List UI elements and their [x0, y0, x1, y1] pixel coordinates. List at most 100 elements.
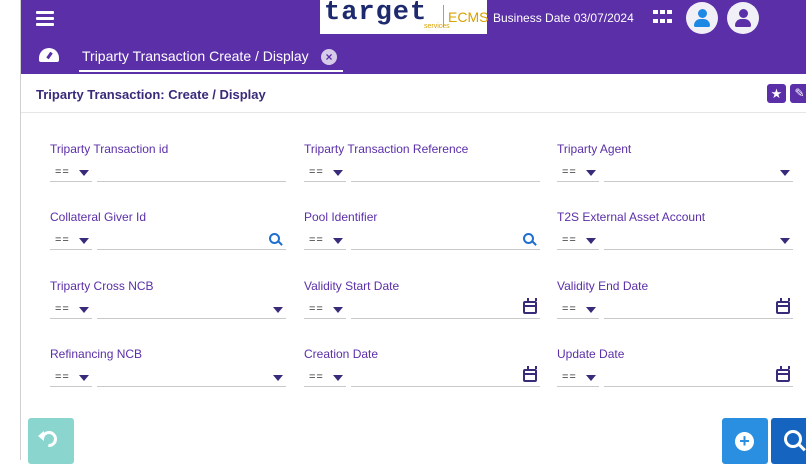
operator-value: ==	[309, 166, 324, 178]
operator-select[interactable]: ==	[304, 165, 346, 182]
app-window: target services ECMS Business Date 03/07…	[0, 0, 806, 464]
operator-select[interactable]: ==	[557, 302, 599, 319]
operator-value: ==	[562, 371, 577, 383]
field-label: Triparty Transaction Reference	[304, 142, 469, 156]
calendar-icon[interactable]	[776, 366, 790, 382]
operator-select[interactable]: ==	[50, 370, 92, 387]
grid-icon[interactable]	[653, 10, 673, 26]
calendar-icon[interactable]	[523, 298, 537, 314]
logo-separator	[443, 5, 444, 27]
logo-text: target	[324, 0, 428, 28]
search-button[interactable]	[771, 418, 806, 464]
field-update-date: Update Date ==	[557, 347, 793, 397]
account-icon	[739, 9, 748, 18]
search-icon-handle	[798, 443, 806, 452]
chevron-down-icon	[79, 375, 89, 381]
value-input[interactable]	[351, 233, 540, 250]
favorite-star-icon[interactable]: ★	[767, 84, 786, 103]
operator-select[interactable]: ==	[50, 233, 92, 250]
dashboard-icon[interactable]	[39, 48, 59, 62]
value-input[interactable]	[351, 298, 540, 319]
lookup-search-icon[interactable]	[522, 232, 538, 248]
chevron-down-icon[interactable]	[273, 307, 283, 313]
value-input[interactable]	[351, 366, 540, 387]
edit-icon[interactable]: ✎	[790, 84, 806, 103]
operator-value: ==	[55, 234, 70, 246]
account-button[interactable]	[727, 2, 759, 34]
user-icon-body	[694, 19, 710, 27]
value-input[interactable]	[97, 233, 286, 250]
field-validity-start-date: Validity Start Date ==	[304, 279, 540, 329]
tab-label[interactable]: Triparty Transaction Create / Display	[82, 48, 309, 64]
operator-select[interactable]: ==	[304, 233, 346, 250]
value-input[interactable]	[97, 165, 286, 182]
target-logo: target services ECMS	[320, 0, 489, 34]
field-label: Creation Date	[304, 347, 379, 361]
field-creation-date: Creation Date ==	[304, 347, 540, 397]
field-triparty-transaction-reference: Triparty Transaction Reference ==	[304, 142, 540, 192]
field-label: Validity End Date	[557, 279, 649, 293]
operator-value: ==	[55, 303, 70, 315]
operator-value: ==	[309, 303, 324, 315]
operator-select[interactable]: ==	[50, 165, 92, 182]
calendar-icon[interactable]	[523, 366, 537, 382]
chevron-down-icon[interactable]	[780, 238, 790, 244]
chevron-down-icon	[333, 238, 343, 244]
page-header: Triparty Transaction: Create / Display ★…	[21, 74, 806, 113]
chevron-down-icon[interactable]	[273, 375, 283, 381]
operator-select[interactable]: ==	[557, 233, 599, 250]
operator-select[interactable]: ==	[557, 370, 599, 387]
chevron-down-icon	[586, 307, 596, 313]
operator-select[interactable]: ==	[557, 165, 599, 182]
value-input[interactable]	[604, 298, 793, 319]
field-validity-end-date: Validity End Date ==	[557, 279, 793, 329]
field-t2s-external-asset-account: T2S External Asset Account ==	[557, 210, 793, 260]
main-content: Triparty Transaction: Create / Display ★…	[21, 74, 806, 464]
business-date: Business Date 03/07/2024	[493, 11, 634, 25]
value-input[interactable]	[97, 302, 286, 319]
chevron-down-icon	[586, 375, 596, 381]
operator-select[interactable]: ==	[304, 302, 346, 319]
operator-value: ==	[309, 234, 324, 246]
reset-button[interactable]	[28, 418, 74, 464]
chevron-down-icon	[79, 238, 89, 244]
operator-value: ==	[55, 371, 70, 383]
tab-underline	[79, 70, 343, 72]
account-icon-body	[735, 19, 751, 27]
field-label: Validity Start Date	[304, 279, 400, 293]
add-button[interactable]: +	[722, 418, 768, 464]
chevron-down-icon	[333, 375, 343, 381]
field-label: Triparty Transaction id	[50, 142, 169, 156]
field-label: Triparty Agent	[557, 142, 632, 156]
calendar-icon[interactable]	[776, 298, 790, 314]
operator-value: ==	[55, 166, 70, 178]
field-refinancing-ncb: Refinancing NCB ==	[50, 347, 286, 397]
field-label: Pool Identifier	[304, 210, 378, 224]
field-collateral-giver-id: Collateral Giver Id ==	[50, 210, 286, 260]
operator-value: ==	[562, 234, 577, 246]
field-label: Update Date	[557, 347, 625, 361]
hamburger-icon[interactable]	[36, 11, 54, 27]
operator-select[interactable]: ==	[50, 302, 92, 319]
chevron-down-icon	[79, 170, 89, 176]
field-label: Triparty Cross NCB	[50, 279, 154, 293]
page-title: Triparty Transaction: Create / Display	[36, 87, 266, 102]
chevron-down-icon[interactable]	[780, 170, 790, 176]
value-input[interactable]	[604, 366, 793, 387]
value-input[interactable]	[604, 165, 793, 182]
value-input[interactable]	[97, 370, 286, 387]
value-input[interactable]	[351, 165, 540, 182]
logo-product: ECMS	[448, 9, 489, 25]
field-label: Collateral Giver Id	[50, 210, 147, 224]
value-input[interactable]	[604, 233, 793, 250]
operator-select[interactable]: ==	[304, 370, 346, 387]
lookup-search-icon[interactable]	[268, 232, 284, 248]
user-icon	[698, 9, 707, 18]
chevron-down-icon	[333, 170, 343, 176]
field-triparty-transaction-id: Triparty Transaction id ==	[50, 142, 286, 192]
field-label: T2S External Asset Account	[557, 210, 706, 224]
tab-close-icon[interactable]: ×	[321, 49, 337, 65]
chevron-down-icon	[586, 238, 596, 244]
user-profile-button[interactable]	[686, 2, 718, 34]
reset-arrow	[38, 431, 44, 441]
